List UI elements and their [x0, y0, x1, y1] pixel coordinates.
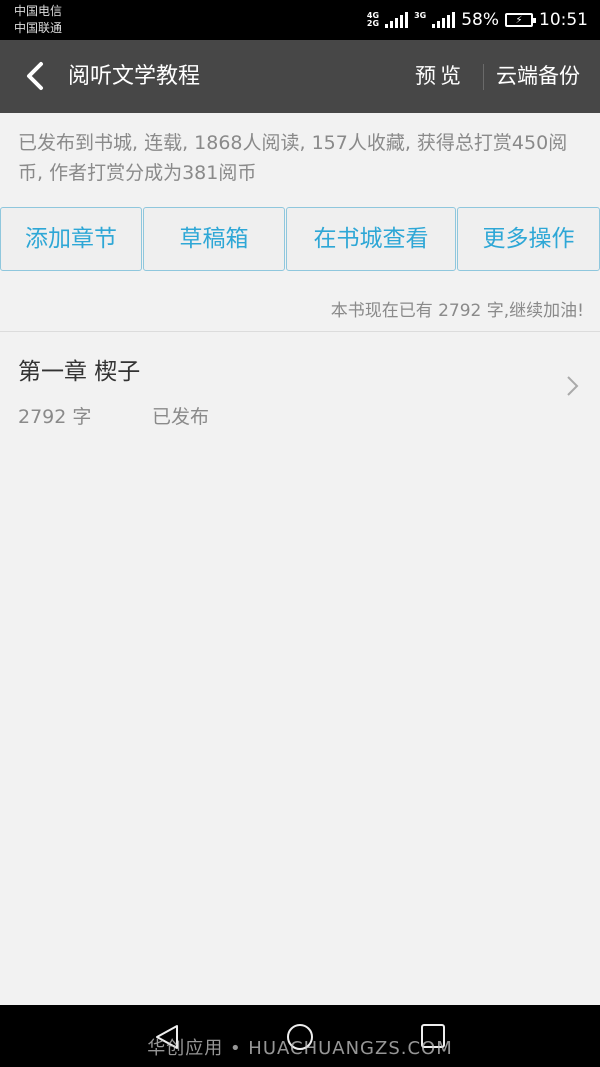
network-type-2: 3G [414, 11, 427, 20]
battery-percent: 58% [461, 10, 499, 30]
preview-button[interactable]: 预览 [415, 40, 465, 113]
signal-icon [385, 12, 409, 28]
add-chapter-button[interactable]: 添加章节 [0, 207, 142, 271]
cloud-backup-button[interactable]: 云端备份 [496, 40, 580, 113]
word-count-note: 本书现在已有 2792 字,继续加油! [330, 301, 584, 321]
page-title: 阅听文学教程 [68, 64, 201, 89]
chevron-right-icon [567, 376, 579, 396]
battery-icon: ⚡ [505, 13, 536, 27]
chapter-status: 已发布 [152, 406, 210, 428]
signal-icon-2 [432, 12, 456, 28]
more-actions-button[interactable]: 更多操作 [457, 207, 600, 271]
network-label-2g: 2G [366, 19, 380, 28]
status-indicators: 4G 2G 3G 58% ⚡ 10:51 [367, 0, 588, 40]
carrier-1: 中国电信 [14, 4, 63, 18]
app-bar: 阅听文学教程 预览 云端备份 [0, 40, 600, 113]
back-button[interactable] [18, 58, 52, 94]
book-stats-text: 已发布到书城, 连载, 1868人阅读, 157人收藏, 获得总打赏450阅币,… [18, 132, 568, 184]
view-in-store-button[interactable]: 在书城查看 [286, 207, 456, 271]
chapter-title: 第一章 楔子 [18, 359, 141, 385]
network-type-1: 4G 2G [367, 12, 379, 28]
status-bar: 中国电信 中国联通 4G 2G 3G 58% ⚡ 10:51 [0, 0, 600, 40]
chapter-list-item[interactable]: 第一章 楔子 2792 字 已发布 [0, 332, 600, 442]
carrier-2: 中国联通 [14, 21, 63, 35]
clock: 10:51 [539, 10, 588, 30]
header-divider [483, 64, 484, 90]
watermark: 华创应用 • HUACHUANGZS.COM [147, 1038, 453, 1059]
chevron-left-icon [27, 62, 43, 90]
chapter-word-count: 2792 字 [18, 406, 92, 428]
carrier-info: 中国电信 中国联通 [14, 3, 62, 37]
drafts-button[interactable]: 草稿箱 [143, 207, 285, 271]
action-button-row: 添加章节 草稿箱 在书城查看 更多操作 [0, 207, 600, 271]
